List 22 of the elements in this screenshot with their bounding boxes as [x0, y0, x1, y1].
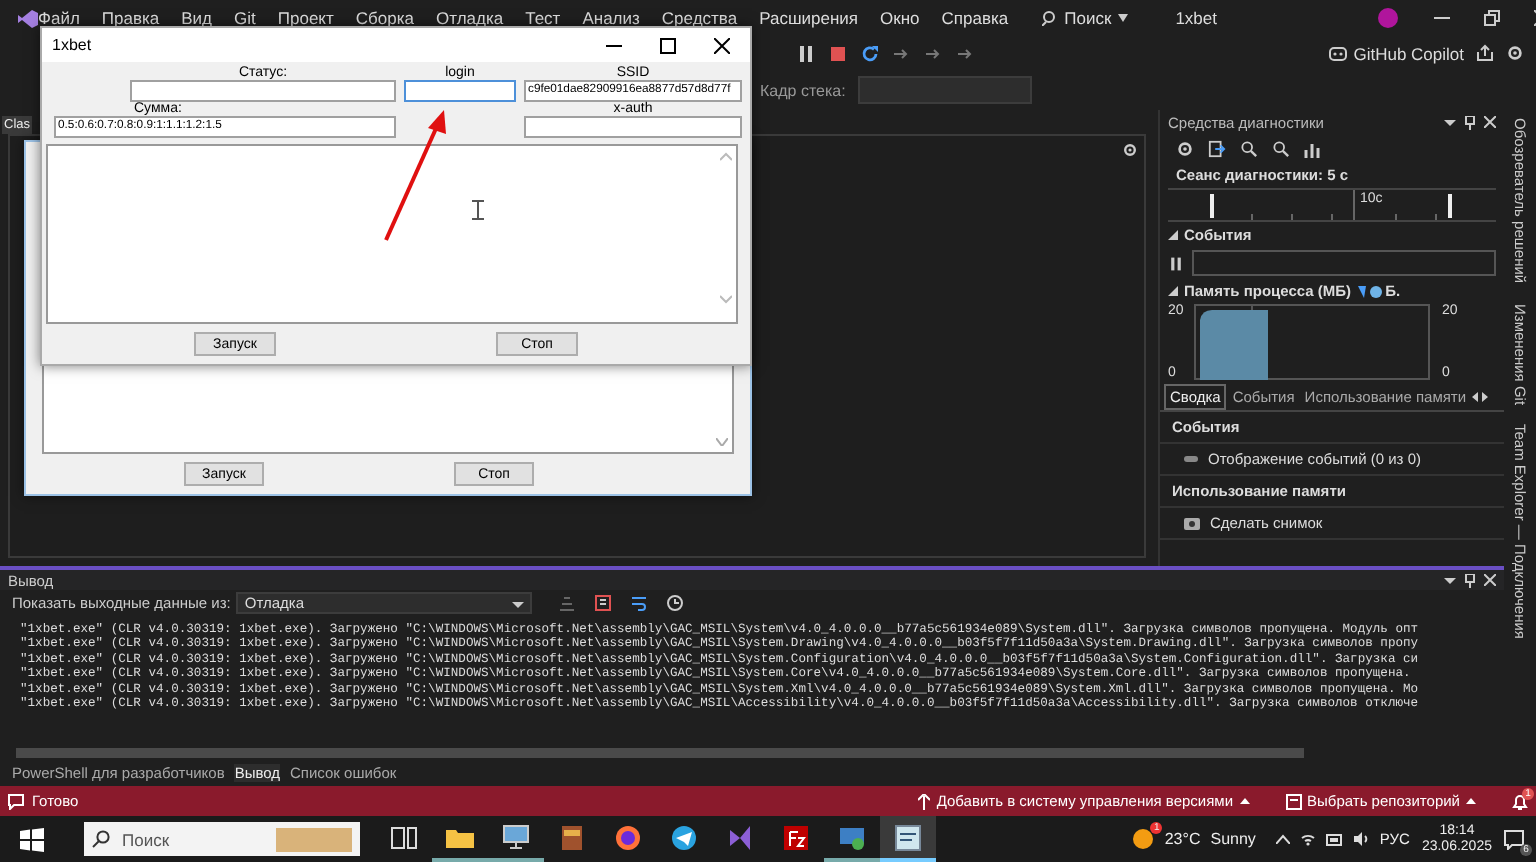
menu-item[interactable]: Анализ	[582, 8, 640, 28]
temperature: 23°C	[1164, 830, 1201, 848]
search-field[interactable]: Поиск	[84, 822, 360, 856]
menu-item[interactable]: Вид	[181, 8, 213, 28]
window-title: 1xbet	[52, 36, 94, 54]
menu-item[interactable]: Средства	[661, 8, 738, 28]
menu-item[interactable]: Сборка	[355, 8, 414, 28]
menu-item[interactable]: Git	[234, 8, 256, 28]
menu-item[interactable]: Справка	[941, 8, 1009, 28]
menu-item[interactable]: Окно	[880, 8, 920, 28]
solution-name: 1xbet	[1175, 8, 1217, 28]
menu-item[interactable]: Правка	[101, 8, 160, 28]
stack-frame-label: Кадр стека:	[760, 81, 846, 99]
search-placeholder: Поиск	[122, 829, 172, 849]
menu-item[interactable]: Расширения	[759, 8, 859, 28]
search-button[interactable]: Поиск	[1042, 8, 1128, 28]
copilot-button[interactable]: GitHub Copilot	[1327, 43, 1464, 63]
menu-item[interactable]: Отладка	[436, 8, 504, 28]
weather-text: Sunny	[1210, 830, 1256, 848]
menu-item[interactable]: Проект	[277, 8, 334, 28]
menu-item[interactable]: Файл	[38, 8, 80, 28]
menu-item[interactable]: Тест	[525, 8, 561, 28]
